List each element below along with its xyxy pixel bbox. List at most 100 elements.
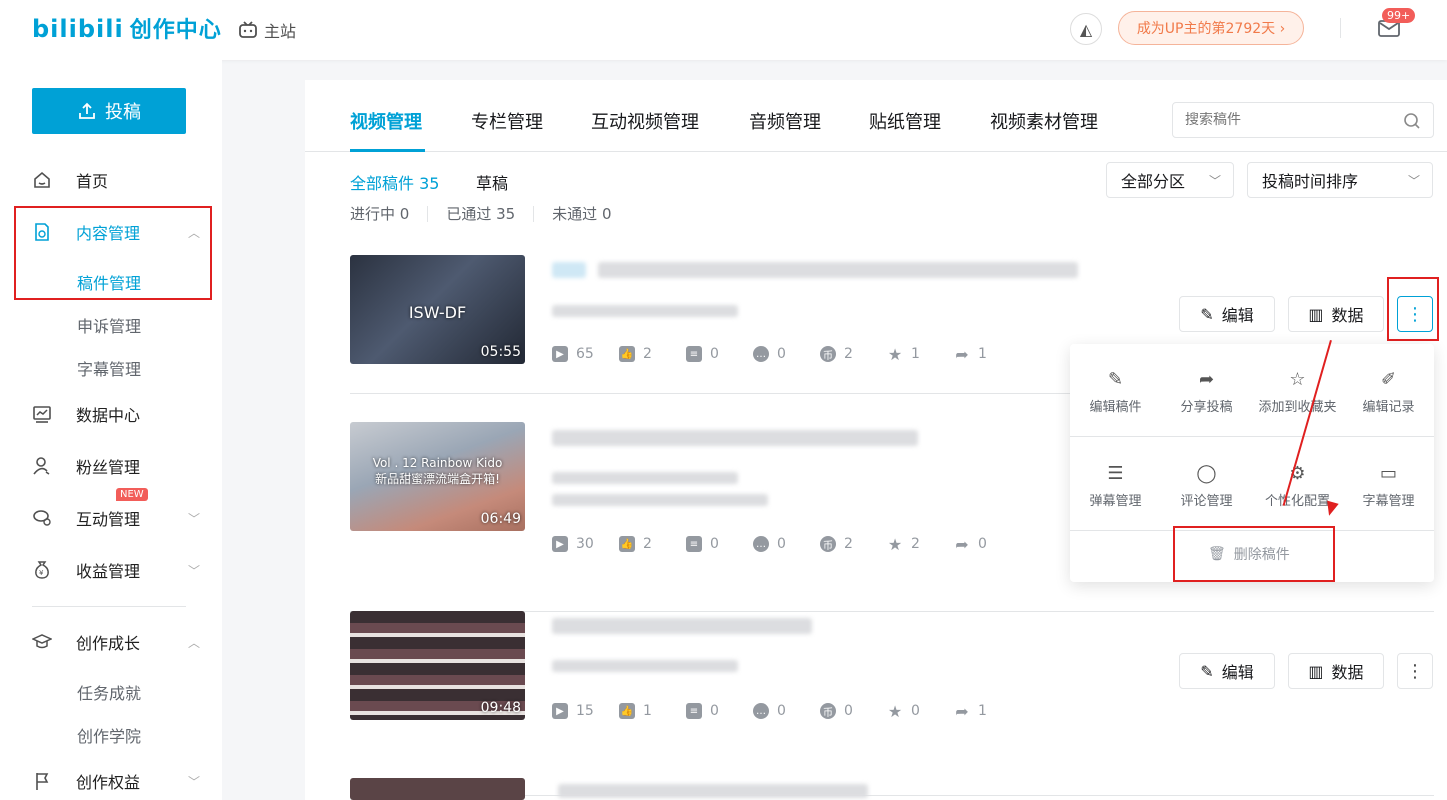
video-thumbnail[interactable]: ISW-DF 05:55 [350, 255, 525, 364]
chart-icon [30, 402, 54, 426]
menu-share[interactable]: ➦ 分享投稿 [1161, 366, 1252, 416]
filter-draft[interactable]: 草稿 [476, 170, 508, 194]
stat-value: 2 [844, 536, 853, 552]
menu-item-label: 评论管理 [1180, 494, 1233, 509]
search-input[interactable] [1185, 112, 1395, 128]
divider [427, 205, 429, 222]
sidebar-sub-tasks[interactable]: 任务成就 [77, 680, 141, 704]
stat-play: ▶ 15 [552, 703, 594, 719]
sidebar-item-growth[interactable]: 创作成长 ︿ [30, 627, 200, 657]
status-in-progress[interactable]: 进行中 0 [350, 203, 409, 224]
menu-subtitle[interactable]: ▭ 字幕管理 [1343, 460, 1434, 510]
filter-all[interactable]: 全部稿件 35 [350, 170, 439, 194]
sidebar-item-data[interactable]: 数据中心 [30, 399, 200, 429]
blurred-title[interactable] [552, 618, 812, 634]
sidebar-item-home[interactable]: 首页 [30, 165, 200, 195]
sidebar-item-rights[interactable]: 创作权益 ﹀ [30, 766, 200, 796]
blurred-title[interactable] [598, 262, 1078, 278]
stat-value: 2 [643, 536, 652, 552]
mail-count-badge: 99+ [1382, 8, 1416, 23]
divider [533, 205, 535, 222]
tab-audio[interactable]: 音频管理 [749, 108, 821, 134]
sidebar-item-label: 创作权益 [76, 773, 141, 792]
stat-value: 30 [576, 536, 594, 552]
tab-sticker[interactable]: 贴纸管理 [869, 108, 941, 134]
flag-icon [30, 769, 54, 793]
sidebar-item-label: 收益管理 [76, 562, 141, 581]
search-box[interactable] [1172, 102, 1434, 138]
sidebar-item-label: 粉丝管理 [76, 458, 141, 477]
upload-button[interactable]: 投稿 [32, 88, 186, 134]
menu-danmaku[interactable]: ☰ 弹幕管理 [1070, 460, 1161, 510]
logo-title: 创作中心 [129, 18, 222, 43]
status-passed[interactable]: 已通过 35 [446, 203, 515, 224]
video-row [350, 776, 1434, 800]
stat-share: ➦ 0 [954, 535, 996, 554]
logo[interactable]: bilibili 创作中心 [32, 12, 222, 44]
danmaku-icon: ≡ [686, 346, 702, 362]
money-bag-icon: ¥ [30, 558, 54, 582]
stat-value: 0 [777, 703, 786, 719]
zone-select-value: 全部分区 [1121, 172, 1186, 191]
data-button[interactable]: ▥ 数据 [1288, 296, 1384, 332]
star-icon: ★ [887, 344, 903, 364]
tab-video[interactable]: 视频管理 [350, 108, 422, 134]
up-days-badge[interactable]: 成为UP主的第2792天 › [1118, 11, 1304, 45]
stat-like: 👍 1 [619, 703, 661, 719]
sidebar-sub-subtitle[interactable]: 字幕管理 [77, 356, 141, 380]
zone-select[interactable]: 全部分区 ﹀ [1106, 162, 1234, 198]
play-icon: ▶ [552, 703, 568, 719]
stat-like: 👍 2 [619, 536, 661, 552]
stat-value: 0 [844, 703, 853, 719]
menu-comment[interactable]: ◯ 评论管理 [1161, 460, 1252, 510]
sidebar-item-interaction[interactable]: 互动管理 ﹀ [30, 503, 200, 533]
edit-label: 编辑 [1221, 663, 1254, 682]
edit-button[interactable]: ✎ 编辑 [1179, 653, 1275, 689]
star-icon: ★ [887, 701, 903, 721]
danmaku-icon: ≡ [686, 536, 702, 552]
stat-fav: ★ 2 [887, 535, 929, 554]
pencil-icon: ✎ [1107, 368, 1124, 390]
tv-icon [239, 21, 257, 38]
blurred-title[interactable] [552, 430, 918, 446]
status-failed[interactable]: 未通过 0 [552, 203, 611, 224]
search-icon[interactable] [1403, 112, 1421, 134]
video-row: 09:48 ▶ 15 👍 1 ≡ 0 … 0 币0 ★ 0 ➦ 1 ✎ 编辑 ▥ 数据 ⋮ [350, 600, 1434, 796]
sidebar-sub-appeal[interactable]: 申诉管理 [77, 313, 141, 337]
video-stats: ▶ 15 👍 1 ≡ 0 … 0 币0 ★ 0 ➦ 1 [552, 701, 1021, 721]
sidebar-sub-academy[interactable]: 创作学院 [77, 723, 141, 747]
blurred-date [552, 472, 738, 484]
stat-value: 0 [777, 536, 786, 552]
menu-add-fav[interactable]: ☆ 添加到收藏夹 [1252, 366, 1343, 416]
sidebar-item-income[interactable]: ¥ 收益管理 ﹀ [30, 555, 200, 585]
more-button[interactable]: ⋮ [1397, 653, 1433, 689]
tab-interactive-video[interactable]: 互动视频管理 [591, 108, 699, 134]
sort-select[interactable]: 投稿时间排序 ﹀ [1247, 162, 1433, 198]
tab-video-material[interactable]: 视频素材管理 [990, 108, 1098, 134]
stat-comment: … 0 [753, 346, 795, 362]
comment-icon: ◯ [1196, 462, 1217, 484]
video-thumbnail[interactable]: Vol . 12 Rainbow Kido 新品甜蜜漂流端盒开箱! 06:49 [350, 422, 525, 531]
pizza-icon[interactable]: ◭ [1070, 13, 1102, 45]
chat-icon [30, 506, 54, 530]
chevron-up-icon: ︿ [187, 635, 200, 650]
sidebar-item-fans[interactable]: 粉丝管理 [30, 451, 200, 481]
new-badge: NEW [116, 488, 148, 501]
video-thumbnail[interactable] [350, 778, 525, 800]
play-icon: ▶ [552, 536, 568, 552]
chevron-down-icon: ﹀ [1407, 173, 1420, 188]
comment-icon: … [753, 346, 769, 362]
stat-like: 👍 2 [619, 346, 661, 362]
data-button[interactable]: ▥ 数据 [1288, 653, 1384, 689]
edit-button[interactable]: ✎ 编辑 [1179, 296, 1275, 332]
sidebar-item-label: 数据中心 [76, 406, 141, 425]
menu-edit-record[interactable]: ✐ 编辑记录 [1343, 366, 1434, 416]
video-thumbnail[interactable]: 09:48 [350, 611, 525, 720]
data-label: 数据 [1331, 663, 1364, 682]
bar-chart-icon: ▥ [1308, 661, 1324, 681]
menu-edit-manuscript[interactable]: ✎ 编辑稿件 [1070, 366, 1161, 416]
tab-column[interactable]: 专栏管理 [471, 108, 543, 134]
main-site-link[interactable]: 主站 [238, 18, 296, 42]
blurred-title[interactable] [558, 784, 868, 798]
video-stats: ▶ 65 👍 2 ≡ 0 … 0 币2 ★ 1 ➦ 1 [552, 344, 1021, 364]
